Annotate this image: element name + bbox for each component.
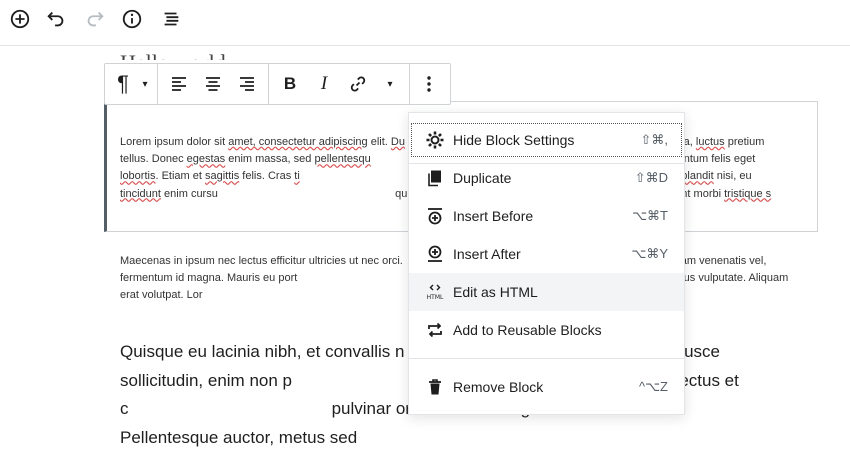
chevron-down-icon[interactable]: ▾: [375, 65, 405, 103]
redo-icon[interactable]: [83, 7, 107, 31]
spellcheck-word: tristique s: [724, 187, 772, 200]
block-switcher-group: ¶ ▾: [105, 64, 158, 104]
menu-item-label: Insert After: [453, 246, 521, 262]
info-icon[interactable]: [120, 7, 144, 31]
block-toolbar: ¶ ▾ B I ▾: [104, 63, 451, 105]
align-center-icon[interactable]: [196, 65, 230, 103]
reusable-icon: [425, 320, 445, 340]
align-left-icon[interactable]: [162, 65, 196, 103]
block-settings-menu: Hide Block Settings ⇧⌘, Duplicate ⇧⌘D In…: [408, 112, 685, 415]
add-block-icon[interactable]: [8, 7, 32, 31]
menu-item-label: Edit as HTML: [453, 284, 538, 300]
menu-item-shortcut: ⌥⌘T: [632, 208, 668, 223]
spellcheck-word: Du: [390, 136, 405, 148]
chevron-down-icon[interactable]: ▾: [137, 65, 153, 103]
paragraph-icon[interactable]: ¶: [109, 65, 137, 103]
text-span: nisi, eu: [713, 170, 755, 183]
text-span: felis. Cras: [239, 170, 295, 183]
menu-item-shortcut: ⇧⌘,: [640, 132, 668, 147]
spellcheck-word: egestas: [186, 153, 226, 166]
spellcheck-word: luctus: [695, 136, 725, 148]
alignment-group: [158, 64, 269, 104]
list-view-icon[interactable]: [159, 7, 183, 31]
menu-item-shortcut: ⌥⌘Y: [631, 246, 668, 261]
text-span: elit.: [367, 136, 391, 148]
text-span: . Etiam et: [155, 170, 205, 183]
insert-after-icon: [425, 244, 445, 264]
menu-item-shortcut: ⇧⌘D: [634, 170, 668, 185]
duplicate-icon: [425, 168, 445, 188]
svg-text:HTML: HTML: [427, 294, 444, 301]
more-options-group: [410, 64, 448, 104]
menu-item-edit-as-html[interactable]: HTML Edit as HTML: [409, 273, 684, 311]
formatting-group: B I ▾: [269, 64, 410, 104]
menu-item-shortcut: ^⌥Z: [638, 379, 668, 394]
editor-top-toolbar: [0, 0, 850, 46]
spellcheck-word: sagittis: [205, 170, 240, 183]
more-vertical-icon[interactable]: [414, 65, 444, 103]
menu-divider: [409, 358, 684, 359]
italic-button[interactable]: I: [307, 65, 341, 103]
undo-icon[interactable]: [44, 7, 68, 31]
spellcheck-word: pellentesqu: [314, 153, 371, 166]
trash-icon: [425, 377, 445, 397]
html-icon: HTML: [425, 282, 445, 302]
gear-icon: [425, 130, 445, 150]
menu-item-label: Add to Reusable Blocks: [453, 322, 602, 338]
align-right-icon[interactable]: [230, 65, 264, 103]
post-title-partial[interactable]: Hello world: [120, 50, 226, 60]
spellcheck-word: tincidunt: [120, 187, 161, 200]
menu-item-insert-before[interactable]: Insert Before ⌥⌘T: [409, 197, 684, 235]
text-span: quis: [217, 187, 419, 200]
menu-item-label: Insert Before: [453, 208, 534, 224]
menu-item-add-to-reusable-blocks[interactable]: Add to Reusable Blocks: [409, 311, 684, 349]
menu-item-label: Hide Block Settings: [453, 132, 575, 148]
text-span: Lorem ipsum dolor sit: [120, 136, 229, 148]
menu-item-duplicate[interactable]: Duplicate ⇧⌘D: [409, 159, 684, 197]
menu-item-hide-block-settings[interactable]: Hide Block Settings ⇧⌘,: [409, 121, 684, 159]
spellcheck-word: amet, consectetur adipiscing: [228, 136, 368, 148]
menu-item-label: Remove Block: [453, 379, 544, 395]
insert-before-icon: [425, 206, 445, 226]
link-icon[interactable]: [341, 65, 375, 103]
spellcheck-word: lobortis: [120, 170, 156, 183]
bold-button[interactable]: B: [273, 65, 307, 103]
menu-item-label: Duplicate: [453, 170, 512, 186]
text-span: enim cursu: [160, 187, 218, 200]
menu-item-remove-block[interactable]: Remove Block ^⌥Z: [409, 368, 684, 406]
menu-item-insert-after[interactable]: Insert After ⌥⌘Y: [409, 235, 684, 273]
text-span: enim massa, sed: [225, 153, 315, 166]
